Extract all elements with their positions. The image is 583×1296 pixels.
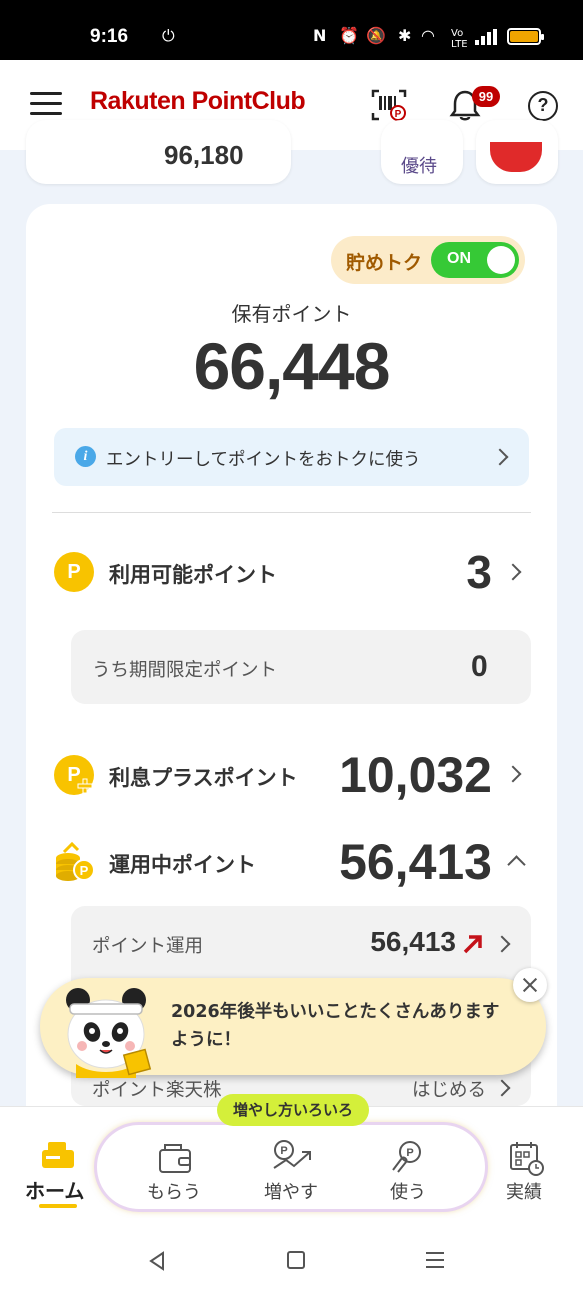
switch-knob — [487, 246, 515, 274]
trend-up-arrow-icon — [463, 935, 482, 954]
menu-icon[interactable] — [30, 92, 62, 116]
back-icon[interactable] — [147, 1251, 167, 1271]
entry-banner-text: エントリーしてポイントをおトクに使う — [106, 450, 421, 470]
holding-points-label: 保有ポイント — [231, 302, 352, 326]
calendar-history-icon[interactable] — [508, 1140, 544, 1176]
available-points-value[interactable]: 3 — [380, 545, 492, 599]
saving-switch-state: ON — [447, 250, 471, 267]
point-coin-icon: P — [54, 552, 94, 592]
recents-icon[interactable] — [426, 1251, 444, 1269]
signal-icon — [475, 29, 499, 45]
available-points-label: 利用可能ポイント — [109, 563, 277, 587]
point-investment-value: 56,413 — [370, 926, 456, 957]
toast-message: 2026年後半もいいことたくさんありますように！ — [171, 1002, 500, 1050]
nav-increase-label[interactable]: 増やす — [251, 1178, 331, 1204]
limited-points-value: 0 — [471, 650, 488, 683]
entry-banner[interactable]: i エントリーしてポイントをおトクに使う — [54, 428, 529, 486]
increase-points-icon[interactable]: P — [272, 1138, 314, 1174]
toast-close-icon[interactable] — [513, 968, 547, 1002]
mute-icon: 🔕 — [366, 26, 386, 45]
coin-stack-icon: P — [56, 842, 95, 881]
help-icon[interactable]: ? — [528, 91, 558, 121]
points-summary-card[interactable]: 96,180 — [26, 120, 291, 184]
info-icon: i — [75, 446, 96, 467]
power-icon: ⏻ — [162, 26, 175, 45]
divider — [52, 512, 531, 513]
saving-toggle[interactable]: 貯めトク ON — [331, 236, 525, 284]
svg-text:P: P — [280, 1145, 287, 1157]
volte-icon: Vo LTE — [451, 28, 468, 50]
favorite-card[interactable] — [476, 120, 558, 184]
chevron-right-icon — [491, 448, 509, 466]
battery-icon — [507, 28, 544, 45]
nav-get-label[interactable]: もらう — [134, 1178, 214, 1204]
home-button-icon[interactable] — [287, 1251, 305, 1269]
point-stock-start-label: はじめる — [411, 1080, 486, 1101]
nav-use-label[interactable]: 使う — [368, 1178, 448, 1204]
svg-text:P: P — [395, 109, 402, 120]
point-stock-label: ポイント楽天株 — [92, 1080, 222, 1101]
nfc-icon: N — [313, 26, 327, 45]
home-icon[interactable] — [40, 1140, 76, 1170]
svg-text:P: P — [406, 1147, 413, 1159]
holding-points-value: 66,448 — [193, 329, 391, 403]
heart-icon — [490, 142, 542, 172]
limited-points-box: うち期間限定ポイント 0 — [71, 630, 531, 704]
point-investment-label: ポイント運用 — [92, 936, 204, 957]
use-points-icon[interactable]: P — [390, 1138, 426, 1174]
nav-results-label[interactable]: 実績 — [484, 1178, 564, 1204]
nav-active-indicator — [39, 1204, 77, 1208]
benefit-card[interactable]: 優待 — [381, 120, 463, 184]
promo-tag[interactable]: 増やし方いろいろ — [217, 1094, 369, 1126]
alarm-icon: ⏰ — [339, 26, 359, 45]
saving-toggle-label: 貯めトク — [346, 252, 423, 274]
limited-points-label: うち期間限定ポイント — [92, 660, 278, 681]
interest-plus-label: 利息プラスポイント — [109, 766, 298, 790]
notification-count-badge: 99 — [472, 86, 500, 107]
plus-icon — [77, 778, 93, 794]
wallet-icon[interactable] — [157, 1140, 193, 1176]
status-bar: 9:16 ⏻ N ⏰ 🔕 ✱ ◠ Vo LTE — [0, 0, 583, 60]
svg-text:P: P — [80, 863, 89, 878]
investing-points-label: 運用中ポイント — [109, 853, 256, 877]
rakuten-pointclub-logo[interactable]: Rakuten PointClub — [90, 87, 306, 116]
saving-switch[interactable]: ON — [431, 242, 519, 278]
status-time: 9:16 — [90, 26, 129, 47]
interest-plus-value[interactable]: 10,032 — [300, 746, 492, 804]
wifi-icon: ◠ — [421, 26, 435, 45]
bluetooth-icon: ✱ — [398, 26, 412, 45]
points-summary-value: 96,180 — [164, 140, 244, 170]
benefit-label: 優待 — [401, 156, 437, 177]
panda-mascot-icon — [66, 988, 152, 1078]
point-card-barcode-icon[interactable]: P — [371, 89, 407, 121]
investing-points-value[interactable]: 56,413 — [300, 833, 492, 891]
nav-home-label[interactable]: ホーム — [25, 1175, 84, 1204]
